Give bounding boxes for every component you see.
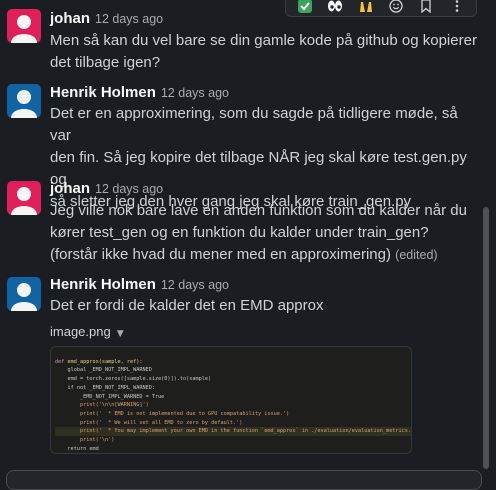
- edited-label: (edited): [395, 248, 438, 262]
- timestamp[interactable]: 12 days ago: [161, 278, 229, 292]
- more-actions-icon[interactable]: [446, 0, 468, 16]
- message-text: Jeg ville nok bare lave en anden funktio…: [50, 202, 467, 263]
- code-screenshot: def emd_approx(sample, ref): global _EMD…: [55, 349, 411, 453]
- chevron-down-icon[interactable]: ▼: [117, 329, 124, 339]
- avatar[interactable]: [7, 181, 41, 215]
- message-composer[interactable]: [6, 470, 482, 490]
- image-attachment[interactable]: def emd_approx(sample, ref): global _EMD…: [50, 346, 412, 454]
- message: johan 12 days ago Jeg ville nok bare lave…: [0, 178, 486, 270]
- avatar[interactable]: [7, 277, 41, 311]
- message-text: Men så kan du vel bare se din gamle kode…: [50, 32, 477, 71]
- check-emoji[interactable]: [294, 0, 316, 16]
- scrollbar[interactable]: [483, 207, 489, 469]
- message-text: Det er fordi de kalder det en EMD approx: [50, 297, 324, 314]
- timestamp[interactable]: 12 days ago: [161, 86, 229, 100]
- author-name[interactable]: johan 12 days ago: [50, 10, 163, 27]
- timestamp[interactable]: 12 days ago: [95, 12, 163, 26]
- add-reaction-icon[interactable]: [385, 0, 407, 16]
- message-actions-toolbar: [285, 0, 477, 17]
- bookmark-icon[interactable]: [415, 0, 437, 16]
- avatar[interactable]: [7, 84, 41, 118]
- message: johan 12 days ago Men så kan du vel bare …: [0, 0, 486, 80]
- avatar[interactable]: [7, 9, 41, 43]
- message: Henrik Holmen 12 days ago Det er en appro…: [0, 82, 486, 210]
- timestamp[interactable]: 12 days ago: [95, 182, 163, 196]
- author-name[interactable]: Henrik Holmen 12 days ago: [50, 276, 229, 293]
- attachment-filename[interactable]: image.png ▼: [50, 324, 124, 339]
- eyes-emoji[interactable]: [324, 0, 346, 16]
- author-name[interactable]: johan 12 days ago: [50, 180, 163, 197]
- raised-hands-emoji[interactable]: [355, 0, 377, 16]
- author-name[interactable]: Henrik Holmen 12 days ago: [50, 84, 229, 101]
